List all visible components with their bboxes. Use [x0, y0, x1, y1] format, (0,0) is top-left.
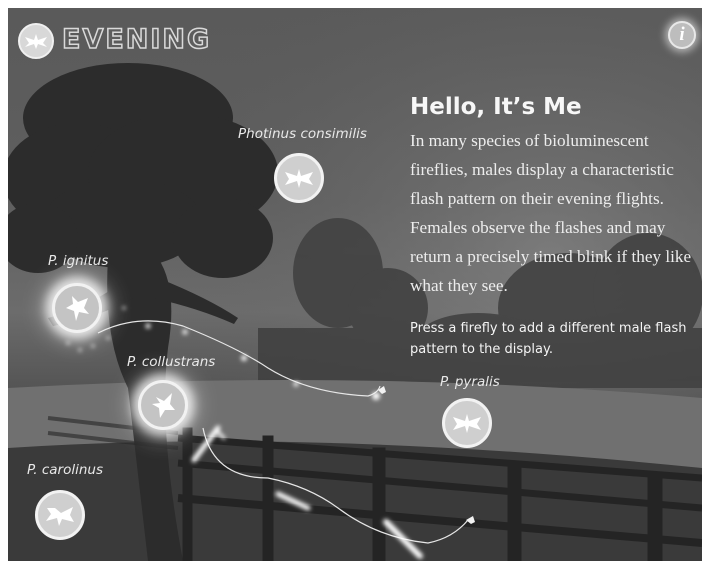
info-button[interactable]: i [668, 21, 696, 49]
firefly-button-p-carolinus[interactable] [35, 490, 85, 540]
firefly-icon [66, 296, 89, 321]
firefly-icon [285, 169, 313, 188]
description-panel: Hello, It’s Me In many species of biolum… [410, 94, 702, 360]
firefly-label-photinus-consimilis: Photinus consimilis [238, 126, 367, 142]
firefly-button-p-ignitus[interactable] [52, 283, 102, 333]
firefly-icon [453, 414, 481, 433]
firefly-label-p-carolinus: P. carolinus [27, 462, 104, 478]
firefly-label-p-collustrans: P. collustrans [127, 354, 216, 370]
content-body: In many species of bioluminescent firefl… [410, 131, 692, 295]
instruction-text: Press a firefly to add a different male … [410, 321, 687, 357]
firefly-button-photinus-consimilis[interactable] [274, 153, 324, 203]
firefly-icon [25, 34, 47, 49]
firefly-menu-button[interactable] [18, 23, 54, 59]
firefly-button-p-collustrans[interactable] [138, 380, 188, 430]
page-title: EVENING [61, 23, 212, 56]
firefly-icon [152, 393, 175, 418]
firefly-label-p-ignitus: P. ignitus [48, 253, 109, 269]
content-heading: Hello, It’s Me [410, 94, 582, 120]
firefly-label-p-pyralis: P. pyralis [440, 374, 500, 390]
evening-screen: EVENING i Hello, It’s Me In many species… [8, 8, 702, 561]
firefly-icon [46, 507, 74, 526]
info-icon: i [679, 24, 685, 45]
firefly-button-p-pyralis[interactable] [442, 398, 492, 448]
